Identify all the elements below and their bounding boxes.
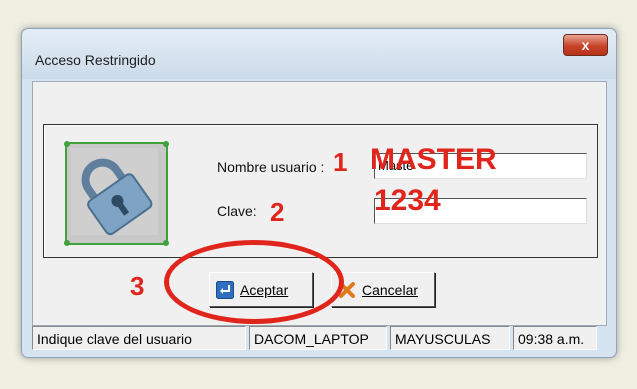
password-label: Clave:: [217, 203, 257, 219]
login-group: Nombre usuario : 1 Maste MASTER Clave: 2…: [43, 124, 598, 258]
annotation-2: 2: [270, 197, 285, 227]
x-icon: [339, 281, 355, 298]
status-hint: Indique clave del usuario: [32, 326, 246, 350]
username-label: Nombre usuario :: [217, 159, 325, 175]
title-bar: Acceso Restringido x: [22, 29, 616, 79]
dialog-body: Nombre usuario : 1 Maste MASTER Clave: 2…: [32, 81, 607, 326]
status-time: 09:38 a.m.: [513, 326, 597, 350]
accept-label: Aceptar: [240, 281, 289, 298]
enter-icon: [216, 280, 234, 299]
close-button[interactable]: x: [563, 34, 608, 56]
cancel-button[interactable]: Cancelar: [331, 272, 435, 307]
status-caps: MAYUSCULAS: [390, 326, 510, 350]
status-bar: Indique clave del usuario DACOM_LAPTOP M…: [32, 326, 605, 352]
lock-icon: [64, 141, 169, 246]
cancel-label: Cancelar: [362, 281, 419, 298]
window-title: Acceso Restringido: [35, 52, 156, 68]
status-machine: DACOM_LAPTOP: [249, 326, 387, 350]
login-dialog: Acceso Restringido x Nombre usuario: 1 …: [21, 28, 617, 358]
annotation-1: 1: [333, 147, 348, 177]
annotation-master: MASTER: [370, 143, 497, 176]
accept-button[interactable]: Aceptar: [209, 272, 313, 307]
annotation-pin: 1234: [374, 184, 441, 217]
annotation-3: 3: [130, 271, 145, 301]
